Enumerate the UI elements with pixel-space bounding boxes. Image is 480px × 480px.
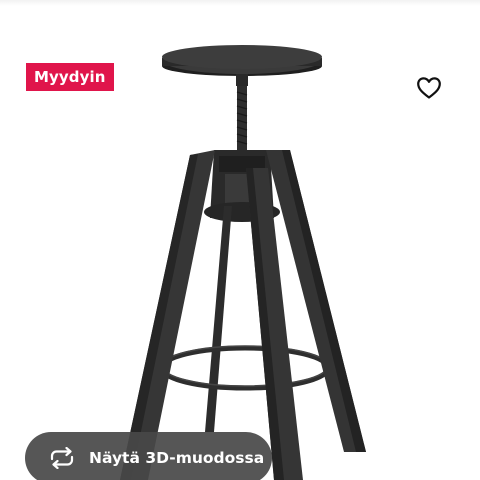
rotate-arrows-icon [48,447,76,469]
stool-footring [159,345,331,391]
stool-leg-front-left [120,150,215,480]
stool-leg-back [205,206,232,432]
product-card[interactable]: Myydyin Näytä 3D-muodossa [0,0,480,480]
favorite-button[interactable] [410,69,448,107]
stool-seat [162,45,322,76]
view-3d-label: Näytä 3D-muodossa [89,449,265,467]
bestseller-badge: Myydyin [26,63,114,91]
view-3d-button[interactable]: Näytä 3D-muodossa [25,432,272,480]
heart-outline-icon [417,77,441,99]
stool-screw [236,74,248,154]
